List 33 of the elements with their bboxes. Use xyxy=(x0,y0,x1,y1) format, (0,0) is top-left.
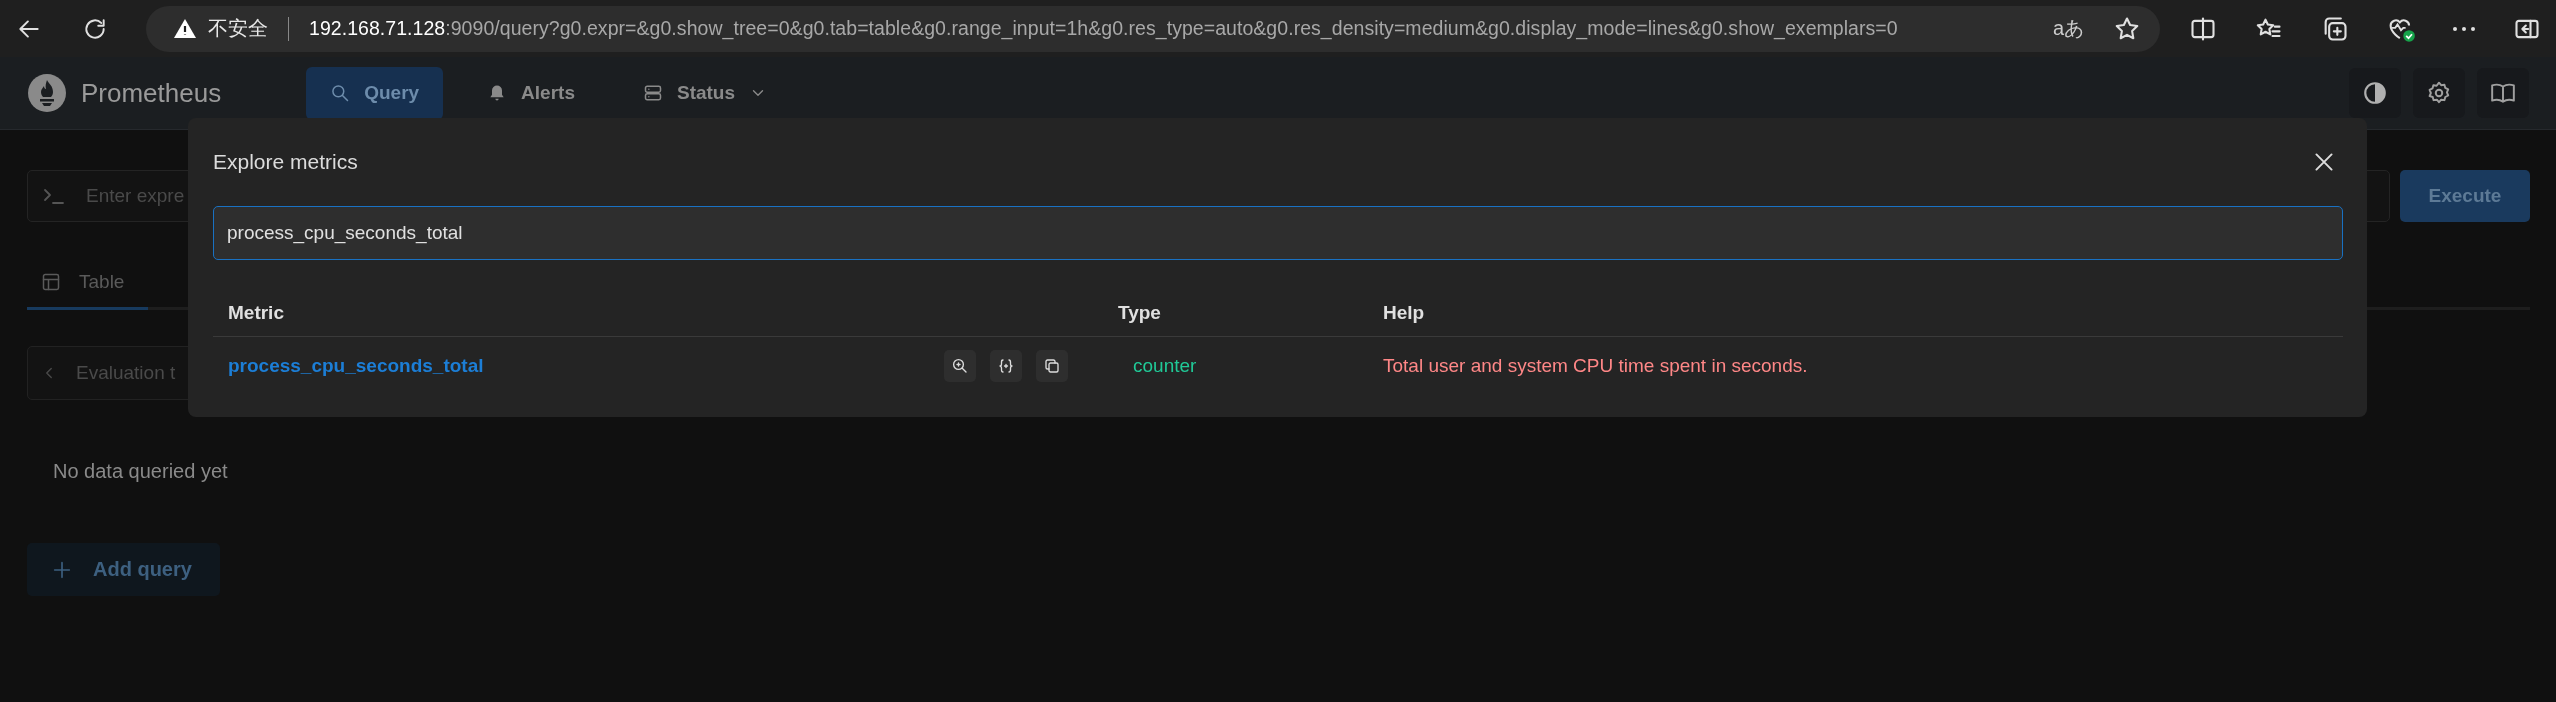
brand-name: Prometheus xyxy=(81,77,222,109)
view-tab[interactable]: Table xyxy=(27,256,149,310)
nav-tab[interactable]: Alerts xyxy=(463,66,599,120)
theme-toggle-icon[interactable] xyxy=(2349,68,2401,118)
read-aloud-button[interactable]: aあ xyxy=(2040,15,2084,42)
metric-type: counter xyxy=(1133,354,1197,376)
book-icon[interactable] xyxy=(2477,68,2529,118)
metric-search-input[interactable]: process_cpu_seconds_total xyxy=(213,206,2343,260)
prometheus-logo-icon xyxy=(27,73,67,113)
nav-tab[interactable]: Query xyxy=(306,66,444,120)
column-header: Type xyxy=(1103,290,1368,337)
dialog-title: Explore metrics xyxy=(213,150,358,174)
more-icon xyxy=(2452,24,2476,33)
add-query-button[interactable]: Add query xyxy=(27,543,220,596)
braces-button[interactable] xyxy=(990,349,1022,382)
table-icon xyxy=(41,271,61,292)
empty-message: No data queried yet xyxy=(53,460,228,483)
zoom-in-button[interactable] xyxy=(944,349,976,382)
server-icon xyxy=(642,83,663,103)
metric-help-text: Total user and system CPU time spent in seconds. xyxy=(1383,354,1808,376)
column-header: Help xyxy=(1368,290,2343,337)
security-label[interactable]: 不安全 xyxy=(208,15,268,42)
copy-button[interactable] xyxy=(1036,349,1068,382)
column-header: Metric xyxy=(213,290,1103,337)
execute-button[interactable]: Execute xyxy=(2400,170,2530,222)
settings-icon[interactable] xyxy=(2413,68,2465,118)
copy-icon xyxy=(1043,356,1061,375)
search-icon xyxy=(330,83,351,103)
zoom-in-icon xyxy=(951,356,969,375)
address-bar-url[interactable]: 192.168.71.128:9090/query?g0.expr=&g0.show_tree=0&g0.tab=table&g0.range_input=1h&g0.res_type=auto&g0.res_density=medium&g0.display_mode=lines&g0.show_exemplars=0 xyxy=(309,17,1898,40)
braces-icon xyxy=(997,356,1015,375)
nav-tab[interactable]: Status xyxy=(618,66,792,120)
metric-link[interactable]: process_cpu_seconds_total xyxy=(228,354,484,377)
